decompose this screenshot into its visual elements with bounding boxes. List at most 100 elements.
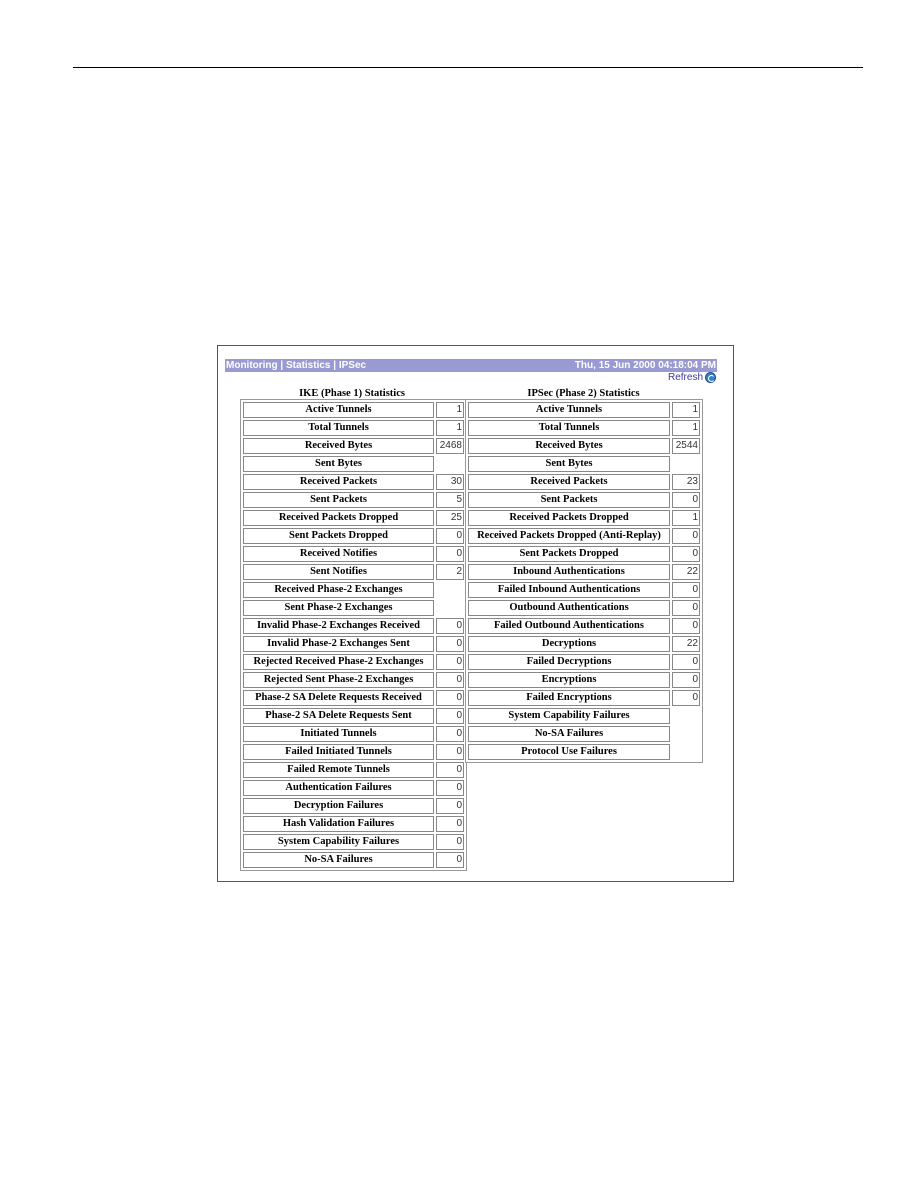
stat-value: 0 (436, 726, 464, 742)
stat-value: 22 (672, 564, 700, 580)
stat-label: System Capability Failures (243, 834, 434, 850)
ipsec-stats-table: Active Tunnels 1 Total Tunnels 1 Received By… (465, 399, 703, 763)
stat-value: 0 (436, 798, 464, 814)
stat-label: Received Bytes (243, 438, 434, 454)
stat-value: 2 (436, 564, 464, 580)
stats-row: Total Tunnels 1 (243, 420, 464, 436)
stat-label: Received Packets Dropped (468, 510, 670, 526)
stats-row: Sent Packets Dropped 0 (243, 528, 464, 544)
stat-value: 0 (672, 600, 700, 616)
datetime: Thu, 15 Jun 2000 04:18:04 PM (574, 360, 716, 371)
stats-row: Initiated Tunnels 0 (243, 726, 464, 742)
stat-label: Sent Phase-2 Exchanges (243, 600, 434, 616)
stats-row: Decryption Failures 0 (243, 798, 464, 814)
breadcrumb-separator: | (330, 360, 339, 371)
stat-value-empty (672, 456, 700, 472)
stats-row: Failed Initiated Tunnels 0 (243, 744, 464, 760)
stats-row: Invalid Phase-2 Exchanges Sent 0 (243, 636, 464, 652)
stat-label: Sent Packets (468, 492, 670, 508)
stats-row: Phase-2 SA Delete Requests Sent 0 (243, 708, 464, 724)
stat-label: Failed Decryptions (468, 654, 670, 670)
stats-row: Encryptions 0 (468, 672, 700, 688)
stat-value: 1 (672, 402, 700, 418)
breadcrumb-statistics[interactable]: Statistics (286, 360, 330, 371)
stat-label: Protocol Use Failures (468, 744, 670, 760)
stat-value: 0 (436, 672, 464, 688)
stats-row: Failed Encryptions 0 (468, 690, 700, 706)
stat-label: Failed Initiated Tunnels (243, 744, 434, 760)
ike-stats-title: IKE (Phase 1) Statistics (299, 388, 405, 399)
stat-value: 1 (672, 420, 700, 436)
stat-value: 0 (672, 654, 700, 670)
stat-label: Invalid Phase-2 Exchanges Received (243, 618, 434, 634)
stat-value: 0 (436, 834, 464, 850)
stat-label: Sent Packets Dropped (243, 528, 434, 544)
stats-row: Received Bytes 2468 (243, 438, 464, 454)
stats-row: Sent Notifies 2 (243, 564, 464, 580)
stat-value-empty (672, 726, 700, 742)
stat-value: 1 (436, 402, 464, 418)
stat-label: Encryptions (468, 672, 670, 688)
stat-label: Sent Bytes (243, 456, 434, 472)
stat-label: Sent Packets Dropped (468, 546, 670, 562)
stat-label: Total Tunnels (243, 420, 434, 436)
stat-label: Received Packets (468, 474, 670, 490)
stat-label: Invalid Phase-2 Exchanges Sent (243, 636, 434, 652)
stats-row: Inbound Authentications 22 (468, 564, 700, 580)
breadcrumb-separator: | (277, 360, 287, 371)
stat-label: Received Phase-2 Exchanges (243, 582, 434, 598)
stat-value: 23 (672, 474, 700, 490)
stat-value: 5 (436, 492, 464, 508)
stat-value: 0 (436, 618, 464, 634)
stat-value: 0 (436, 636, 464, 652)
stats-row: Outbound Authentications 0 (468, 600, 700, 616)
stats-row: Active Tunnels 1 (243, 402, 464, 418)
stat-label: Failed Remote Tunnels (243, 762, 434, 778)
stats-row: Failed Outbound Authentications 0 (468, 618, 700, 634)
breadcrumb: Monitoring | Statistics | IPSec (226, 359, 366, 372)
stat-label: Rejected Sent Phase-2 Exchanges (243, 672, 434, 688)
stats-row: Total Tunnels 1 (468, 420, 700, 436)
stat-label: Received Packets Dropped (243, 510, 434, 526)
refresh-link[interactable]: Refresh (668, 372, 716, 383)
stat-value: 30 (436, 474, 464, 490)
stat-value: 0 (436, 654, 464, 670)
stat-label: Received Notifies (243, 546, 434, 562)
stats-row: Invalid Phase-2 Exchanges Received 0 (243, 618, 464, 634)
breadcrumb-ipsec[interactable]: IPSec (339, 360, 366, 371)
stat-value: 0 (436, 852, 464, 868)
stat-value: 2544 (672, 438, 700, 454)
stats-row: Sent Bytes (243, 456, 464, 472)
stat-value: 0 (436, 690, 464, 706)
stat-label: Active Tunnels (243, 402, 434, 418)
stat-label: Outbound Authentications (468, 600, 670, 616)
stat-label: Initiated Tunnels (243, 726, 434, 742)
stat-label: No-SA Failures (468, 726, 670, 742)
refresh-icon[interactable] (705, 372, 716, 383)
stats-row: No-SA Failures 0 (243, 852, 464, 868)
breadcrumb-monitoring[interactable]: Monitoring (226, 360, 278, 371)
stat-value: 0 (672, 618, 700, 634)
stats-row: Received Packets 23 (468, 474, 700, 490)
stats-row: Phase-2 SA Delete Requests Received 0 (243, 690, 464, 706)
stats-row: Received Packets Dropped (Anti-Replay) 0 (468, 528, 700, 544)
stat-value: 1 (436, 420, 464, 436)
stat-label: Received Bytes (468, 438, 670, 454)
refresh-label[interactable]: Refresh (668, 372, 703, 383)
stat-value: 2468 (436, 438, 464, 454)
page-top-rule (73, 67, 863, 68)
stat-value: 0 (436, 708, 464, 724)
stats-row: Rejected Received Phase-2 Exchanges 0 (243, 654, 464, 670)
stats-row: Sent Packets 5 (243, 492, 464, 508)
stats-row: Sent Phase-2 Exchanges (243, 600, 464, 616)
stat-label: Sent Bytes (468, 456, 670, 472)
stats-row: Received Packets Dropped 1 (468, 510, 700, 526)
stats-row: Sent Packets 0 (468, 492, 700, 508)
ipsec-statistics-screen: Monitoring | Statistics | IPSec Thu, 15 … (217, 345, 734, 882)
stat-value: 0 (672, 528, 700, 544)
stats-row: No-SA Failures (468, 726, 700, 742)
stat-label: Decryption Failures (243, 798, 434, 814)
stat-label: System Capability Failures (468, 708, 670, 724)
stat-value: 0 (436, 744, 464, 760)
ipsec-stats-title: IPSec (Phase 2) Statistics (527, 388, 640, 399)
